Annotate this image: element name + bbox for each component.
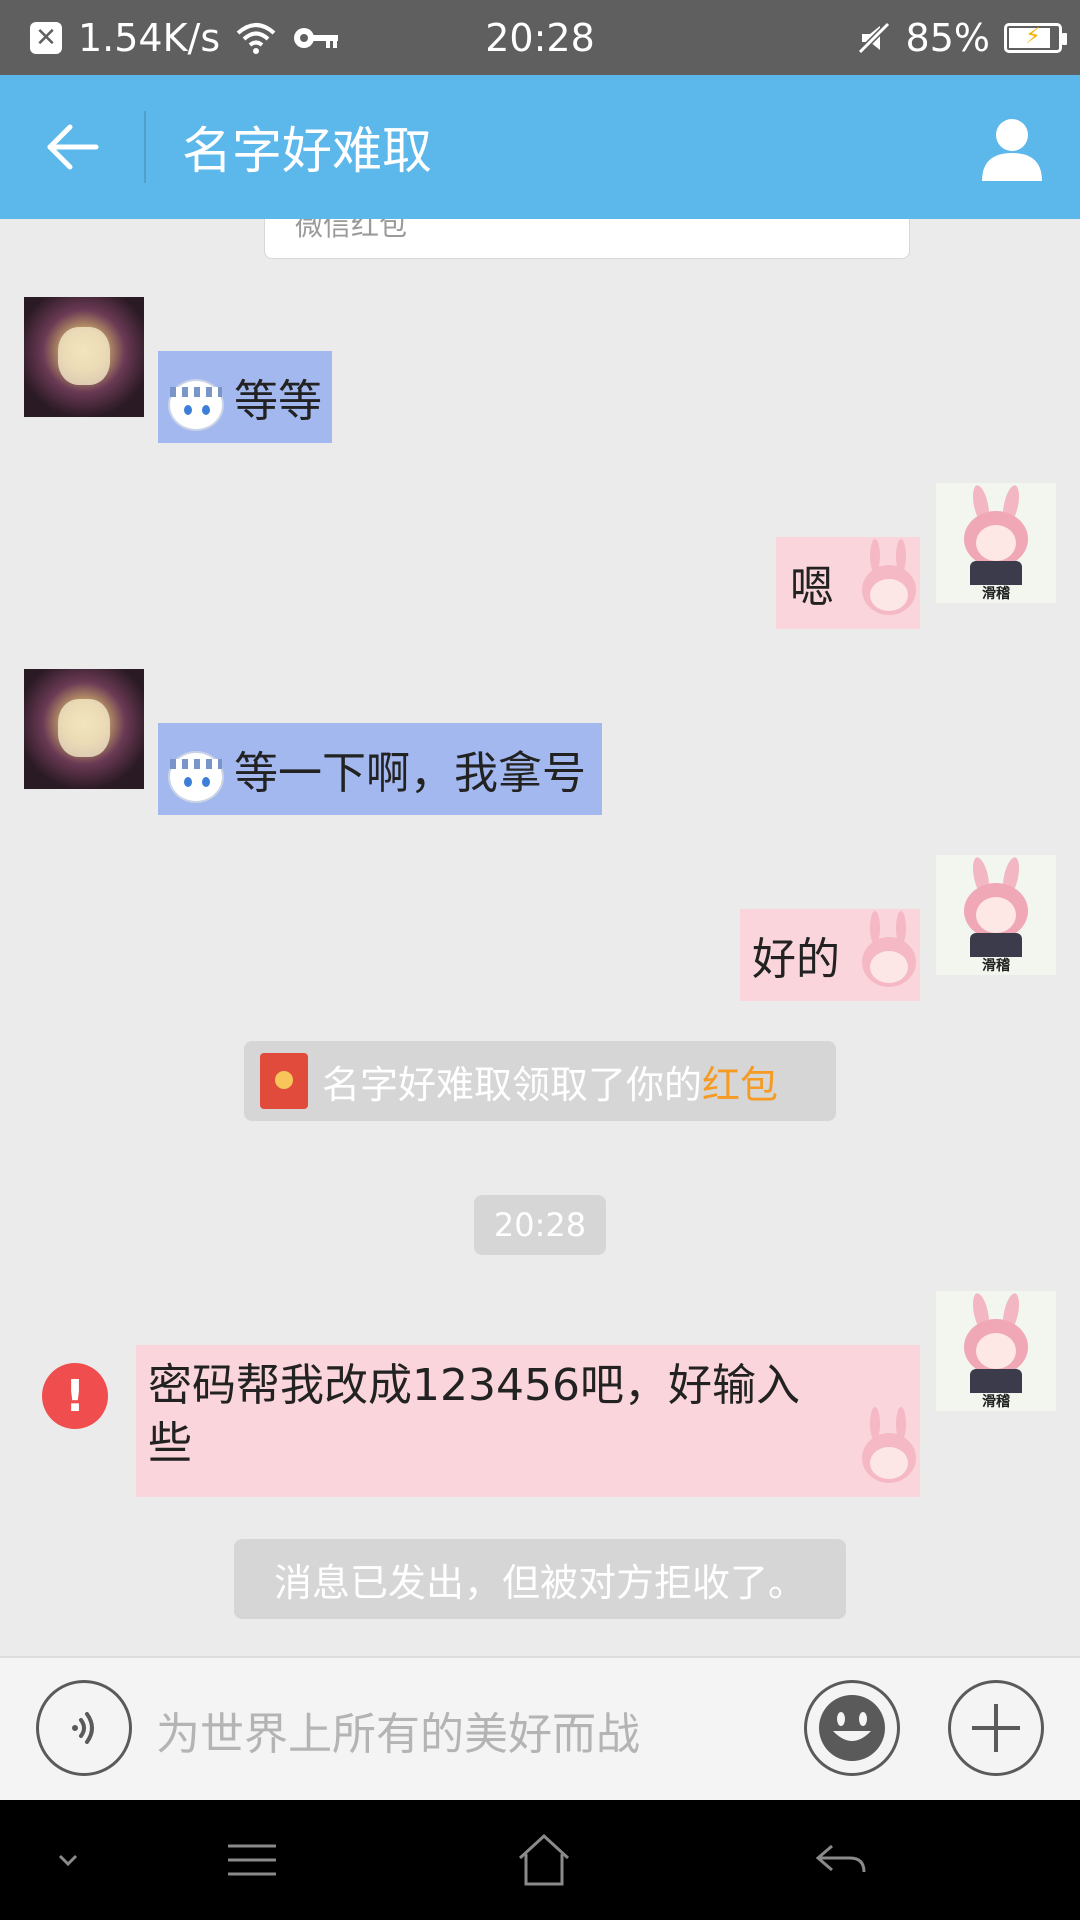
send-failed-mark: !	[64, 1370, 86, 1422]
message-bubble-sent[interactable]: 嗯	[776, 537, 920, 629]
status-bar: ✕ 1.54K/s 20:28 85% ⚡	[0, 0, 1080, 75]
system-nav-bar	[0, 1800, 1080, 1920]
red-packet-notice[interactable]: 名字好难取领取了你的 红包	[244, 1041, 836, 1121]
back-icon[interactable]	[810, 1830, 870, 1890]
menu-icon[interactable]	[222, 1830, 282, 1890]
red-packet-card[interactable]: 微信红包	[264, 219, 910, 259]
more-button[interactable]	[948, 1680, 1044, 1776]
message-bubble-received[interactable]: 等等	[158, 351, 332, 443]
chat-title: 名字好难取	[182, 122, 432, 180]
my-avatar[interactable]: 滑稽	[936, 1291, 1056, 1411]
bubble-sticker-icon	[858, 1407, 918, 1497]
timestamp-badge: 20:28	[474, 1195, 606, 1255]
charging-icon: ⚡	[1025, 23, 1041, 49]
red-packet-link[interactable]: 红包	[702, 1054, 778, 1109]
message-text: 嗯	[790, 562, 834, 613]
message-input[interactable]: 为世界上所有的美好而战	[156, 1658, 640, 1802]
message-text: 好的	[752, 934, 840, 985]
mute-icon	[857, 21, 890, 54]
profile-icon[interactable]	[980, 115, 1044, 181]
home-icon[interactable]	[514, 1830, 574, 1890]
avatar-caption: 滑稽	[982, 586, 1010, 602]
contact-avatar[interactable]	[24, 297, 144, 417]
message-bubble-sent[interactable]: 密码帮我改成123456吧，好输入些	[136, 1345, 920, 1497]
bubble-sticker-icon	[162, 373, 228, 443]
rejection-notice: 消息已发出，但被对方拒收了。	[234, 1539, 846, 1619]
bubble-sticker-icon	[858, 911, 918, 1001]
message-text: 等等	[234, 376, 322, 427]
plus-icon	[972, 1704, 1020, 1752]
timestamp-text: 20:28	[493, 1206, 587, 1244]
message-list[interactable]: 微信红包 等等 滑稽 嗯 等一下啊，我拿号 滑稽 好的 名字好难取领取了你的 红包…	[0, 219, 1080, 1656]
input-bar: 为世界上所有的美好而战	[0, 1656, 1080, 1800]
message-text: 密码帮我改成123456吧，好输入些	[148, 1360, 800, 1469]
avatar-caption: 滑稽	[982, 1394, 1010, 1410]
chevron-down-icon[interactable]	[38, 1830, 98, 1890]
voice-icon	[72, 1712, 94, 1744]
voice-button[interactable]	[36, 1680, 132, 1776]
battery-icon: ⚡	[1004, 22, 1067, 53]
my-avatar[interactable]: 滑稽	[936, 483, 1056, 603]
message-bubble-sent[interactable]: 好的	[740, 909, 920, 1001]
red-packet-icon	[260, 1053, 308, 1109]
emoji-button[interactable]	[804, 1680, 900, 1776]
message-text: 等一下啊，我拿号	[234, 748, 586, 799]
avatar-caption: 滑稽	[982, 958, 1010, 974]
send-failed-icon[interactable]: !	[42, 1363, 108, 1429]
chat-header: 名字好难取	[0, 75, 1080, 219]
bubble-sticker-icon	[858, 539, 918, 629]
header-divider	[144, 111, 146, 183]
smiley-icon	[819, 1695, 885, 1761]
message-bubble-received[interactable]: 等一下啊，我拿号	[158, 723, 602, 815]
clock: 20:28	[485, 15, 595, 60]
bubble-sticker-icon	[162, 745, 228, 815]
red-packet-notice-text: 名字好难取领取了你的	[322, 1062, 703, 1107]
my-avatar[interactable]: 滑稽	[936, 855, 1056, 975]
red-packet-card-label: 微信红包	[295, 219, 408, 242]
battery-percent: 85%	[905, 15, 990, 60]
contact-avatar[interactable]	[24, 669, 144, 789]
rejection-notice-text: 消息已发出，但被对方拒收了。	[273, 1560, 806, 1605]
back-arrow-icon[interactable]	[36, 111, 108, 183]
